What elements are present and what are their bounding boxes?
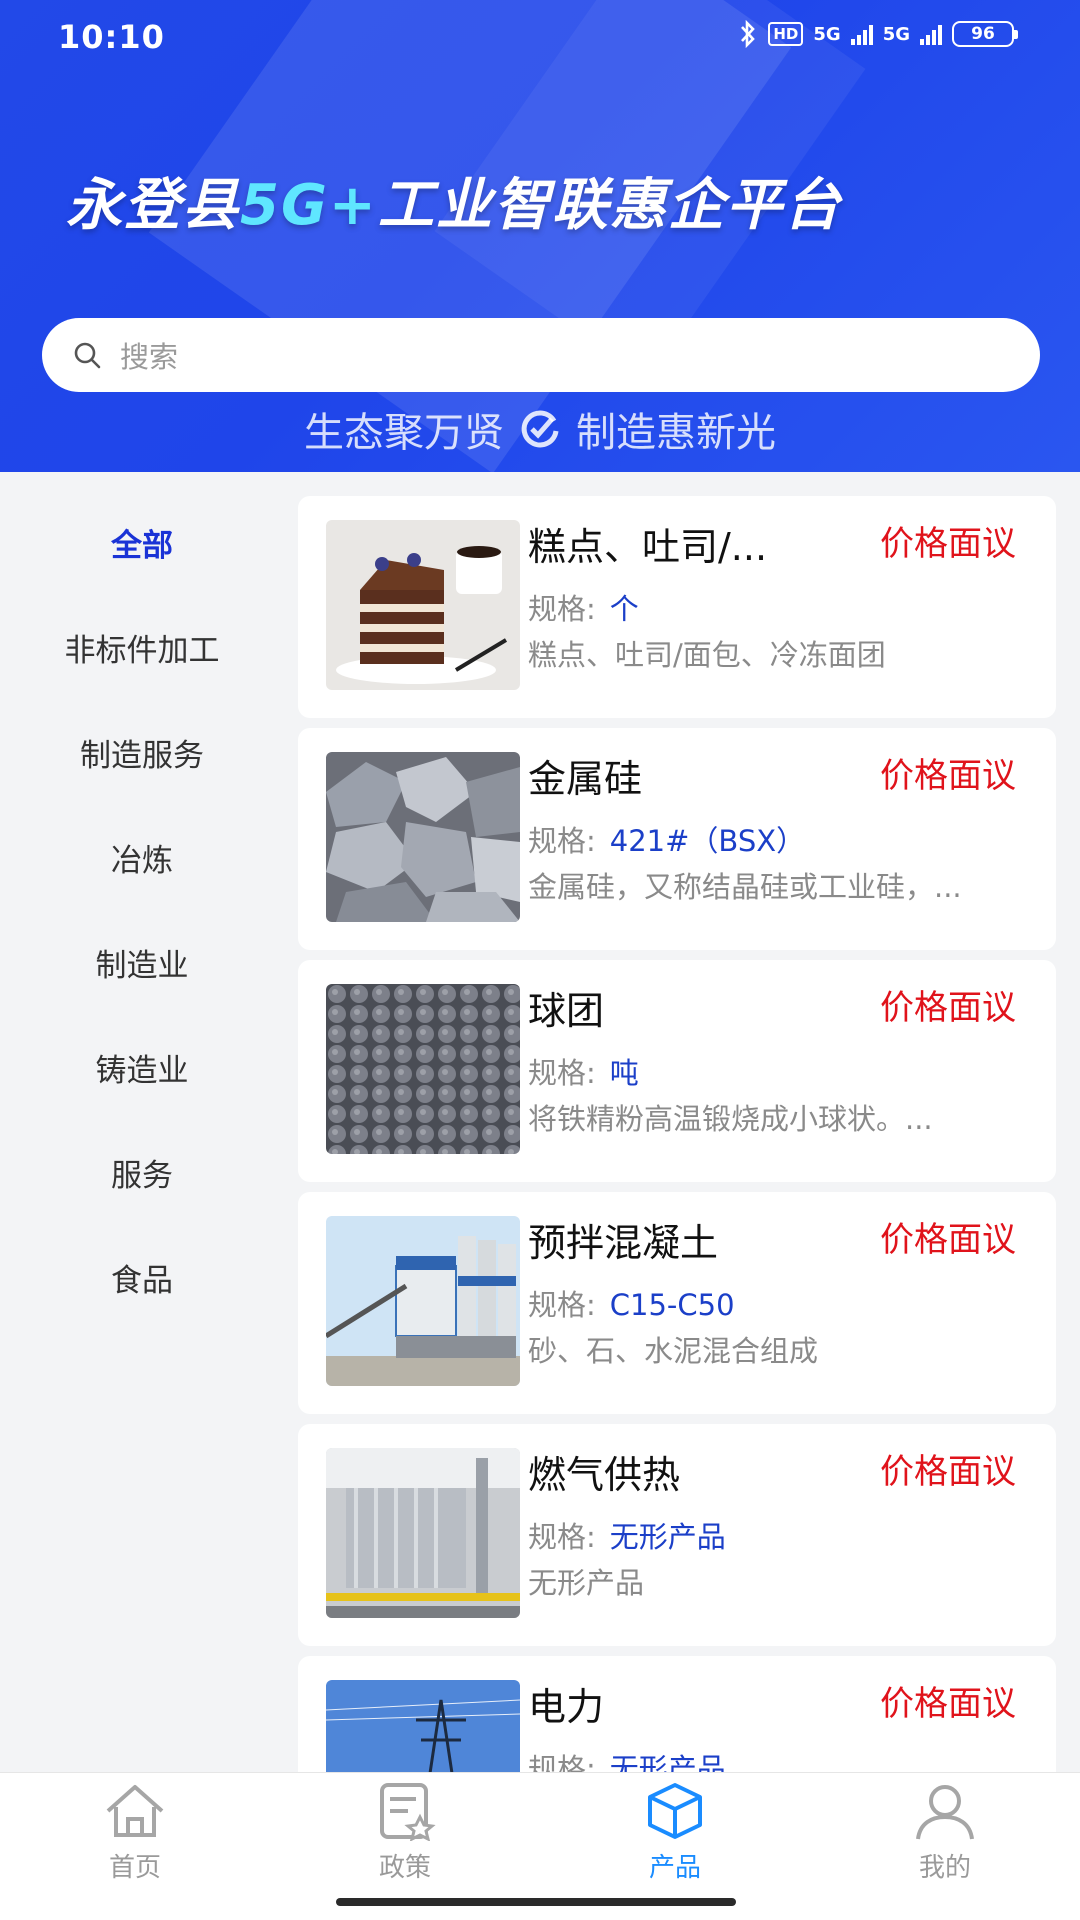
product-image-pellets	[326, 984, 520, 1154]
spec-value: 个	[609, 592, 639, 626]
product-spec: 规格: 无形产品	[528, 1746, 726, 1772]
home-icon	[106, 1785, 164, 1837]
spec-label: 规格:	[528, 592, 596, 626]
nav-label: 首页	[108, 1853, 161, 1883]
nav-home[interactable]: 首页	[35, 1781, 235, 1884]
network-type-1: 5G	[813, 23, 841, 45]
spec-value: 吨	[609, 1056, 639, 1090]
nav-profile[interactable]: 我的	[845, 1781, 1045, 1884]
product-price: 价格面议	[880, 1684, 1016, 1724]
signal-icon	[920, 23, 942, 45]
spec-label: 规格:	[528, 824, 596, 858]
nav-label: 我的	[918, 1853, 971, 1883]
search-input[interactable]: 搜索	[42, 318, 1040, 392]
product-image-cake	[326, 520, 520, 690]
policy-icon	[380, 1783, 436, 1842]
product-description: 将铁精粉高温锻烧成小球状。...	[528, 1102, 933, 1136]
spec-label: 规格:	[528, 1056, 596, 1090]
product-card[interactable]: 预拌混凝土 价格面议 规格: C15-C50 砂、石、水泥混合组成	[298, 1192, 1056, 1414]
product-image-gas-heating	[326, 1448, 520, 1618]
spec-label: 规格:	[528, 1752, 596, 1772]
search-placeholder: 搜索	[120, 340, 179, 374]
product-name: 球团	[528, 989, 605, 1033]
product-description: 金属硅，又称结晶硅或工业硅，...	[528, 870, 962, 904]
product-name: 金属硅	[528, 757, 643, 801]
sidebar-item-all[interactable]: 全部	[0, 520, 284, 565]
product-price: 价格面议	[880, 988, 1016, 1028]
status-bar: 10:10 HD 5G 5G 96	[0, 0, 1080, 72]
app-title: 永登县5G+工业智联惠企平台	[66, 160, 842, 241]
header-banner: 10:10 HD 5G 5G 96 永登县5G+工业智联惠企平台 搜索 生态聚万…	[0, 0, 1080, 472]
spec-value: 421#（BSX）	[609, 824, 806, 858]
sidebar-item-service[interactable]: 服务	[0, 1150, 284, 1195]
product-card[interactable]: 球团 价格面议 规格: 吨 将铁精粉高温锻烧成小球状。...	[298, 960, 1056, 1182]
sidebar-item-manufacturing[interactable]: 制造业	[0, 940, 284, 985]
product-name: 预拌混凝土	[528, 1221, 719, 1265]
product-description: 无形产品	[528, 1566, 645, 1600]
product-price: 价格面议	[880, 756, 1016, 796]
product-spec: 规格: 无形产品	[528, 1514, 726, 1556]
slogan: 生态聚万贤 制造惠新光	[0, 400, 1080, 458]
hd-badge: HD	[768, 22, 804, 46]
product-list: 糕点、吐司/... 价格面议 规格: 个 糕点、吐司/面包、冷冻面团 金属硅 价格…	[298, 484, 1056, 1772]
network-type-2: 5G	[882, 23, 910, 45]
product-description: 砂、石、水泥混合组成	[528, 1334, 819, 1368]
status-icons: HD 5G 5G 96	[738, 20, 1018, 48]
slogan-right: 制造惠新光	[576, 410, 776, 456]
product-image-concrete-plant	[326, 1216, 520, 1386]
signal-icon	[850, 23, 873, 45]
spec-label: 规格:	[528, 1520, 596, 1554]
product-spec: 规格: 个	[528, 586, 639, 628]
spec-value: 无形产品	[609, 1520, 726, 1554]
category-sidebar: 全部 非标件加工 制造服务 冶炼 制造业 铸造业 服务 食品	[0, 472, 284, 1772]
spec-value: C15-C50	[609, 1288, 735, 1322]
product-price: 价格面议	[880, 1452, 1016, 1492]
sidebar-item-manufacturing-service[interactable]: 制造服务	[0, 730, 284, 775]
search-icon	[74, 342, 101, 369]
user-icon	[916, 1785, 974, 1840]
sidebar-item-nonstandard-parts[interactable]: 非标件加工	[0, 625, 284, 670]
nav-label: 政策	[378, 1853, 431, 1883]
sidebar-item-casting[interactable]: 铸造业	[0, 1045, 284, 1090]
title-prefix: 永登县	[66, 173, 240, 238]
product-price: 价格面议	[880, 1220, 1016, 1260]
title-accent: 5G+	[240, 173, 378, 238]
battery-icon: 96	[952, 21, 1018, 47]
spec-value: 无形产品	[609, 1752, 726, 1772]
nav-products[interactable]: 产品	[575, 1781, 775, 1884]
product-card[interactable]: 电力 价格面议 规格: 无形产品	[298, 1656, 1056, 1772]
nav-label: 产品	[648, 1853, 701, 1883]
sidebar-item-smelting[interactable]: 冶炼	[0, 835, 284, 880]
product-spec: 规格: 吨	[528, 1050, 639, 1092]
nav-policy[interactable]: 政策	[305, 1781, 505, 1884]
product-spec: 规格: 421#（BSX）	[528, 818, 805, 860]
spec-label: 规格:	[528, 1288, 596, 1322]
product-price: 价格面议	[880, 524, 1016, 564]
product-image-power-tower	[326, 1680, 520, 1772]
product-image-silicon	[326, 752, 520, 922]
product-description: 糕点、吐司/面包、冷冻面团	[528, 638, 886, 672]
bluetooth-icon	[741, 20, 756, 48]
refresh-check-icon	[521, 410, 559, 448]
product-name: 糕点、吐司/...	[528, 525, 768, 569]
slogan-left: 生态聚万贤	[304, 410, 504, 456]
product-name: 燃气供热	[528, 1453, 681, 1497]
product-card[interactable]: 金属硅 价格面议 规格: 421#（BSX） 金属硅，又称结晶硅或工业硅，...	[298, 728, 1056, 950]
product-card[interactable]: 燃气供热 价格面议 规格: 无形产品 无形产品	[298, 1424, 1056, 1646]
product-name: 电力	[528, 1685, 605, 1729]
status-time: 10:10	[58, 18, 165, 56]
cube-icon	[648, 1783, 702, 1839]
sidebar-item-food[interactable]: 食品	[0, 1255, 284, 1300]
title-suffix: 工业智联惠企平台	[377, 173, 842, 238]
product-spec: 规格: C15-C50	[528, 1282, 735, 1324]
home-indicator[interactable]	[336, 1898, 736, 1906]
product-card[interactable]: 糕点、吐司/... 价格面议 规格: 个 糕点、吐司/面包、冷冻面团	[298, 496, 1056, 718]
